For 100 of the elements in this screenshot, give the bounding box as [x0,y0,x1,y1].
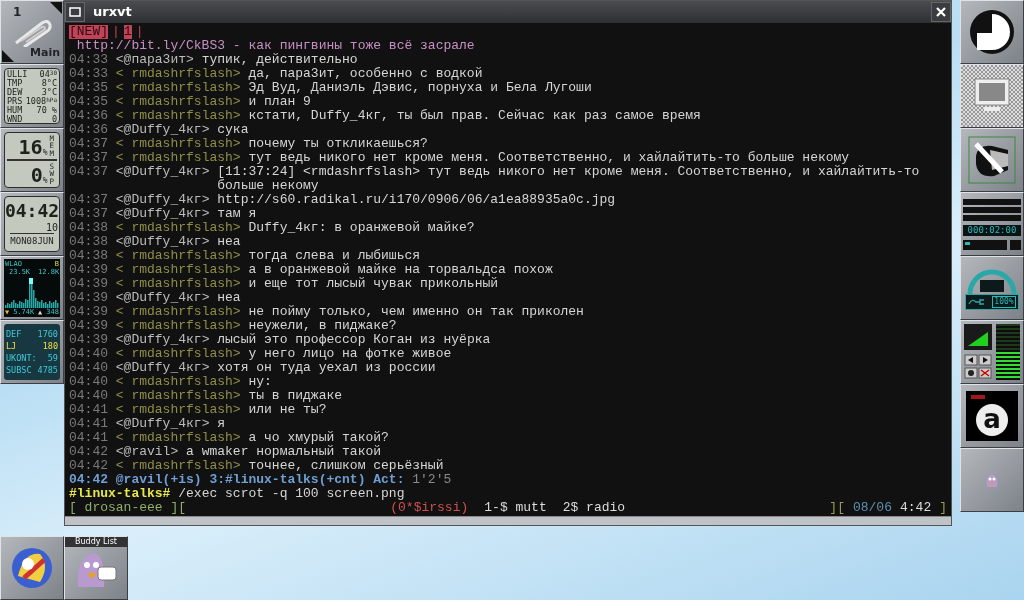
message-text: http://s60.radikal.ru/i170/0906/06/a1ea88935a0c.jpg [217,193,617,207]
track-grid-drawing [963,239,1021,250]
counter-label: UKONT: [6,352,37,364]
memory-unit: % [42,148,48,158]
message-text: да, пара3ит, особенно с водкой [248,67,484,81]
nick-label: <@Duffy_4кг> [115,417,211,431]
message-text: Эд Вуд, Даниэль Дэвис, порнуха и Бела Лугоши [248,81,593,95]
message-text: а wmaker нормальный такой [186,445,383,459]
weather-value: 0 [51,115,57,124]
nick-label: <@пара3ит> [115,53,195,67]
message-text: неа [217,291,242,305]
message-text: лысый это профессор Коган из нуёрка [217,333,492,347]
app-tile[interactable] [960,64,1024,128]
screen-window-label: [ drosan-eee ][ [69,501,187,515]
timestamp: 04:37 [69,193,109,207]
separator-text: | [112,25,120,39]
nick-label: < rmdashrfslash> [115,249,242,263]
nick-label: < rmdashrfslash> [115,221,242,235]
message-text: а в оранжевой майке на торвальдса похож [248,263,554,277]
launcher-tile[interactable] [0,536,64,600]
app-tile[interactable] [960,128,1024,192]
weather-label: PRS [7,97,23,106]
timestamp: 04:40 [69,361,109,375]
nick-label: < rmdashrfslash> [115,263,242,277]
timestamp: 04:35 [69,81,109,95]
app-tile[interactable] [960,0,1024,64]
timestamp: 04:42 [69,459,109,473]
timestamp: 04:38 [69,249,109,263]
screen-window-label: (0*$irssi) [390,501,469,515]
close-icon [936,7,946,17]
timestamp: 04:39 [69,291,109,305]
weather-value: 3°C [41,88,57,97]
nick-label: < rmdashrfslash> [115,95,242,109]
window-icon [69,7,81,17]
timestamp: 04:39 [69,319,109,333]
screwdriver-icon [968,136,1016,184]
nick-label: < rmdashrfslash> [115,403,242,417]
screen-window-label: 2$ radio [562,501,626,515]
timestamp: 04:40 [69,375,109,389]
activity-text: 1'2'5 [411,473,452,487]
nick-label: <@Duffy_4кг> [115,165,211,181]
timestamp: 04:42 [69,445,109,459]
message-text: или не ты? [248,403,328,417]
screen-window-label: 4:42 [900,501,932,515]
memory-unit: % [42,176,48,186]
timestamp: 04:37 [69,207,109,221]
timestamp: 04:37 [69,165,109,181]
counter-value: 4785 [37,364,58,376]
horizontal-scrollbar[interactable] [65,516,951,525]
topic-text: http://bit.ly/CkBS3 - как пингвины тоже всё засрале [75,39,476,53]
command-input[interactable]: /exec scrot -q 100 screen.png [170,487,405,501]
battery-charge: 100% [992,296,1016,308]
message-text: и еще тот лысый чувак прикольный [248,277,500,291]
message-text: там я [217,207,258,221]
timestamp: 04:33 [69,67,109,81]
window-menu-button[interactable] [65,2,85,22]
nick-label: < rmdashrfslash> [115,109,242,123]
nick-label: <@Duffy_4кг> [115,235,211,249]
mixer-buttons-drawing [964,354,992,380]
nick-label: <@Duffy_4кг> [115,123,211,137]
workspace-tile[interactable]: 1 Main [0,0,64,64]
counter-label: LJ [6,340,17,352]
message-text: почему ты откликаешься? [248,137,429,151]
workspace-name: Main [30,44,60,61]
activity-tab[interactable]: [NEW] [69,25,108,39]
message-text: неа [217,235,242,249]
volume-icon [964,324,992,350]
traffic-graph [5,276,59,308]
counter-label: SUBSC [6,364,32,376]
nick-label: < rmdashrfslash> [115,67,242,81]
nick-label: < rmdashrfslash> [115,431,242,445]
timestamp: 04:39 [69,277,109,291]
app-tile[interactable] [960,448,1024,512]
clock-seconds: 10 [45,222,58,233]
circle-logo-icon [969,9,1015,55]
activity-tab[interactable]: 1 [123,25,132,39]
app-letter: a [976,404,1008,436]
timestamp: 04:36 [69,123,109,137]
message-text: ты в пиджаке [248,389,344,403]
message-text: не пойму только, чем именно он так приколен [248,305,585,319]
close-button[interactable] [931,2,951,22]
input-prompt: #linux-talks# [69,487,171,501]
counter-label: DEF [6,328,22,340]
memory-value: 16 [18,137,43,158]
timestamp: 04:38 [69,221,109,235]
timestamp: 04:39 [69,333,109,347]
letter-app-tile[interactable]: a [960,384,1024,448]
minimized-window-title: Buddy List [65,537,127,547]
timestamp: 04:35 [69,95,109,109]
nick-label: < rmdashrfslash> [115,151,242,165]
status-text: 04:42 @ravil(+is) 3:#linux-talks(+cnt) Act: [69,473,405,487]
colorful-app-icon [10,546,54,590]
timestamp: 04:40 [69,347,109,361]
window-title: urxvt [93,3,133,22]
message-text: сука [217,123,250,137]
buddy-list-minimized[interactable]: Buddy List [64,536,128,600]
weather-label: WND [7,115,23,124]
message-text: тогда слева и лыбишься [248,249,422,263]
nick-label: < rmdashrfslash> [115,459,242,473]
screen-window-label: 1-$ mutt [484,501,547,515]
